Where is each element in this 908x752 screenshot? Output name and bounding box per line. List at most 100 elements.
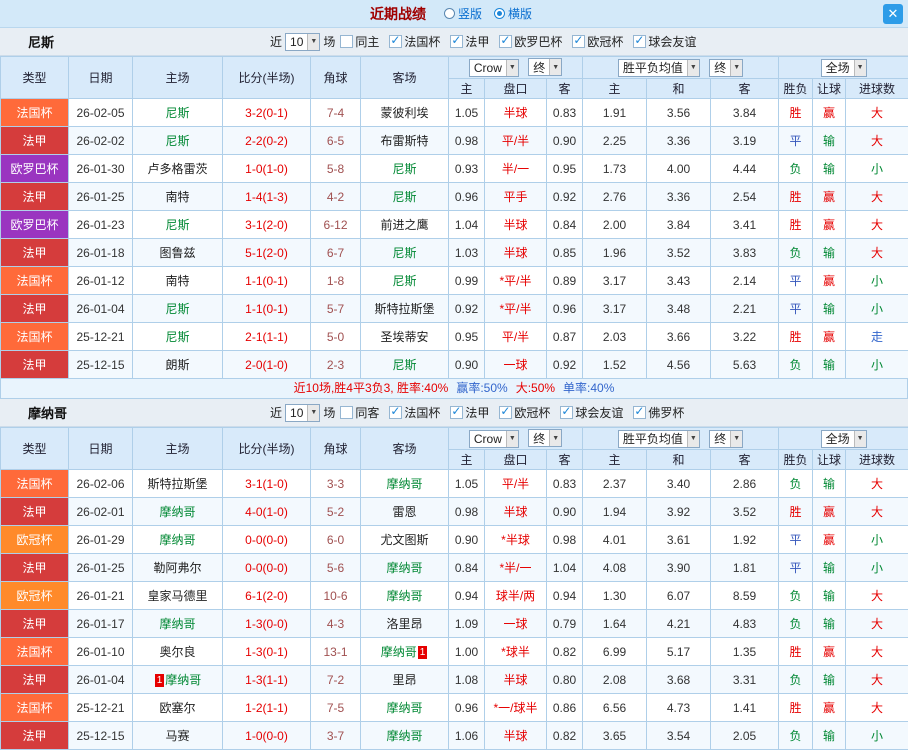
team-name[interactable]: 摩纳哥	[159, 533, 195, 547]
layout-horizontal-option[interactable]: 横版	[494, 5, 532, 22]
away-team[interactable]: 摩纳哥	[360, 469, 449, 498]
same-venue-checkbox[interactable]	[340, 35, 354, 48]
home-team[interactable]: 斯特拉斯堡	[132, 469, 223, 498]
league-checkbox[interactable]	[633, 33, 647, 48]
league-filter[interactable]: 球会友谊	[560, 404, 623, 421]
match-score[interactable]: 3-1(1-0)	[222, 469, 311, 498]
match-score[interactable]: 0-0(0-0)	[222, 525, 311, 554]
team-name[interactable]: 尼斯	[392, 274, 416, 288]
team-name[interactable]: 尼斯	[165, 134, 189, 148]
team-name[interactable]: 尼斯	[392, 162, 416, 176]
away-team[interactable]: 摩纳哥	[360, 581, 449, 610]
team-name[interactable]: 蒙彼利埃	[380, 106, 428, 120]
team-name[interactable]: 南特	[165, 190, 189, 204]
home-team[interactable]: 摩纳哥	[132, 497, 223, 526]
match-score[interactable]: 1-1(0-1)	[222, 266, 311, 295]
home-team[interactable]: 勒阿弗尔	[132, 553, 223, 582]
close-button[interactable]: ✕	[883, 4, 903, 24]
match-score[interactable]: 2-2(0-2)	[222, 126, 311, 155]
match-score[interactable]: 4-0(1-0)	[222, 497, 311, 526]
match-score[interactable]: 1-3(0-1)	[222, 637, 311, 666]
team-name[interactable]: 卢多格雷茨	[147, 162, 207, 176]
same-venue-checkbox[interactable]	[340, 406, 354, 419]
league-checkbox[interactable]	[450, 33, 464, 48]
team-name[interactable]: 洛里昂	[386, 617, 422, 631]
match-score[interactable]: 3-2(0-1)	[222, 98, 311, 127]
away-team[interactable]: 摩纳哥	[360, 721, 449, 750]
match-score[interactable]: 1-4(1-3)	[222, 182, 311, 211]
away-team[interactable]: 雷恩	[360, 497, 449, 526]
match-count-select[interactable]: 10 ▼	[285, 32, 321, 51]
team-name[interactable]: 摩纳哥	[386, 729, 422, 743]
team-name[interactable]: 摩纳哥	[386, 477, 422, 491]
team-name[interactable]: 斯特拉斯堡	[374, 302, 434, 316]
scope-select[interactable]: 全场 ▼	[820, 58, 867, 77]
home-team[interactable]: 尼斯	[132, 322, 223, 351]
team-name[interactable]: 摩纳哥	[386, 701, 422, 715]
home-team[interactable]: 尼斯	[132, 98, 223, 127]
odds-company-select[interactable]: Crow ▼	[468, 58, 519, 77]
team-name[interactable]: 欧塞尔	[159, 701, 195, 715]
league-filter[interactable]: 法国杯	[389, 404, 440, 421]
league-checkbox[interactable]	[572, 33, 586, 48]
away-team[interactable]: 斯特拉斯堡	[360, 294, 449, 323]
radio-icon[interactable]	[494, 8, 505, 19]
team-name[interactable]: 圣埃蒂安	[380, 330, 428, 344]
home-team[interactable]: 1 摩纳哥	[132, 665, 223, 694]
team-name[interactable]: 尼斯	[165, 218, 189, 232]
league-filter[interactable]: 欧冠杯	[499, 404, 550, 421]
match-score[interactable]: 5-1(2-0)	[222, 238, 311, 267]
home-team[interactable]: 南特	[132, 266, 223, 295]
match-score[interactable]: 1-0(1-0)	[222, 154, 311, 183]
league-filter[interactable]: 法甲	[450, 404, 489, 421]
match-score[interactable]: 1-3(0-0)	[222, 609, 311, 638]
home-team[interactable]: 卢多格雷茨	[132, 154, 223, 183]
league-filter[interactable]: 欧冠杯	[572, 33, 623, 50]
away-team[interactable]: 摩纳哥	[360, 693, 449, 722]
team-name[interactable]: 里昂	[392, 673, 416, 687]
league-checkbox[interactable]	[450, 404, 464, 419]
team-name[interactable]: 尼斯	[392, 190, 416, 204]
team-name[interactable]: 摩纳哥	[165, 673, 201, 687]
odds-time-select[interactable]: 终 ▼	[528, 58, 563, 77]
league-filter[interactable]: 法甲	[450, 33, 489, 50]
team-name[interactable]: 图鲁兹	[159, 246, 195, 260]
team-name[interactable]: 雷恩	[392, 505, 416, 519]
team-name[interactable]: 布雷斯特	[380, 134, 428, 148]
avg-time-select[interactable]: 终 ▼	[709, 429, 744, 448]
match-score[interactable]: 1-1(0-1)	[222, 294, 311, 323]
match-score[interactable]: 1-2(1-1)	[222, 693, 311, 722]
away-team[interactable]: 洛里昂	[360, 609, 449, 638]
team-name[interactable]: 奥尔良	[159, 645, 195, 659]
away-team[interactable]: 尼斯	[360, 182, 449, 211]
team-name[interactable]: 尼斯	[165, 302, 189, 316]
scope-select[interactable]: 全场 ▼	[820, 429, 867, 448]
team-name[interactable]: 摩纳哥	[381, 645, 417, 659]
team-name[interactable]: 摩纳哥	[386, 589, 422, 603]
league-filter[interactable]: 佛罗杯	[633, 404, 684, 421]
home-team[interactable]: 摩纳哥	[132, 609, 223, 638]
odds-time-select[interactable]: 终 ▼	[528, 429, 563, 448]
league-checkbox[interactable]	[499, 404, 513, 419]
away-team[interactable]: 尼斯	[360, 238, 449, 267]
match-score[interactable]: 1-0(0-0)	[222, 721, 311, 750]
away-team[interactable]: 圣埃蒂安	[360, 322, 449, 351]
league-checkbox[interactable]	[560, 404, 574, 419]
league-checkbox[interactable]	[389, 33, 403, 48]
home-team[interactable]: 马赛	[132, 721, 223, 750]
match-score[interactable]: 0-0(0-0)	[222, 553, 311, 582]
away-team[interactable]: 蒙彼利埃	[360, 98, 449, 127]
team-name[interactable]: 摩纳哥	[159, 505, 195, 519]
league-checkbox[interactable]	[389, 404, 403, 419]
same-venue-filter[interactable]: 同客	[340, 404, 379, 421]
team-name[interactable]: 尼斯	[392, 358, 416, 372]
team-name[interactable]: 朗斯	[165, 358, 189, 372]
match-score[interactable]: 1-3(1-1)	[222, 665, 311, 694]
home-team[interactable]: 南特	[132, 182, 223, 211]
away-team[interactable]: 尼斯	[360, 350, 449, 379]
away-team[interactable]: 前进之鹰	[360, 210, 449, 239]
same-venue-filter[interactable]: 同主	[340, 33, 379, 50]
home-team[interactable]: 欧塞尔	[132, 693, 223, 722]
team-name[interactable]: 尼斯	[165, 106, 189, 120]
match-score[interactable]: 3-1(2-0)	[222, 210, 311, 239]
